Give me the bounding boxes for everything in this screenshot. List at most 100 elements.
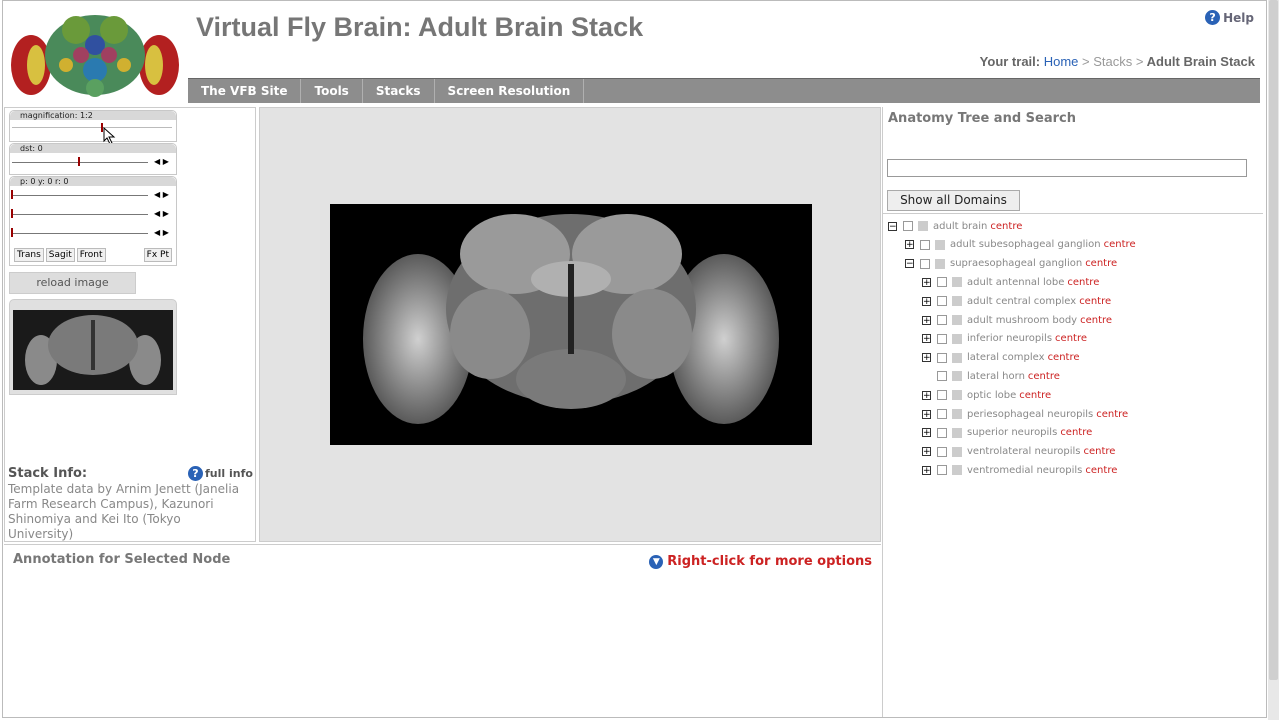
tree-node[interactable]: lateral horn centre xyxy=(922,367,1060,385)
expand-icon[interactable]: + xyxy=(922,296,931,306)
centre-link[interactable]: centre xyxy=(1085,465,1117,476)
expand-icon[interactable]: + xyxy=(922,409,931,419)
tree-node[interactable]: + lateral complex centre xyxy=(922,349,1080,367)
sagit-view-button[interactable]: Sagit xyxy=(45,248,75,262)
nav-item-stacks[interactable]: Stacks xyxy=(363,79,435,103)
tree-node[interactable]: − adult brain centre xyxy=(888,217,1022,235)
tree-node[interactable]: + adult antennal lobe centre xyxy=(922,273,1099,291)
yaw-slider-handle[interactable] xyxy=(11,209,13,218)
tree-node-label[interactable]: lateral horn xyxy=(967,371,1025,382)
nav-item-screen-resolution[interactable]: Screen Resolution xyxy=(435,79,585,103)
tree-node-checkbox[interactable] xyxy=(937,446,947,457)
centre-link[interactable]: centre xyxy=(1048,352,1080,363)
magnification-track[interactable] xyxy=(12,127,172,128)
centre-link[interactable]: centre xyxy=(1096,409,1128,420)
anatomy-search-input[interactable] xyxy=(887,159,1247,177)
dst-slider-handle[interactable] xyxy=(78,157,80,166)
tree-node[interactable]: − supraesophageal ganglion centre xyxy=(905,255,1117,273)
tree-node-checkbox[interactable] xyxy=(937,277,947,288)
tree-node-label[interactable]: optic lobe xyxy=(967,390,1016,401)
expand-icon[interactable]: + xyxy=(922,447,931,457)
reload-image-button[interactable]: reload image xyxy=(9,272,136,294)
navigator-thumbnail[interactable] xyxy=(9,299,177,395)
brain-thumbnail-image[interactable] xyxy=(13,310,173,390)
page-scrollbar[interactable] xyxy=(1268,0,1279,720)
expand-icon[interactable]: + xyxy=(905,240,914,250)
right-click-options-link[interactable]: ▼ Right-click for more options xyxy=(649,554,872,569)
collapse-icon[interactable]: − xyxy=(905,259,914,269)
centre-link[interactable]: centre xyxy=(1085,258,1117,269)
tree-node-label[interactable]: inferior neuropils xyxy=(967,333,1052,344)
tree-node-checkbox[interactable] xyxy=(903,221,913,231)
centre-link[interactable]: centre xyxy=(1080,315,1112,326)
centre-link[interactable]: centre xyxy=(1083,446,1115,457)
tree-node-label[interactable]: adult antennal lobe xyxy=(967,277,1064,288)
nav-item-vfb-site[interactable]: The VFB Site xyxy=(188,79,302,103)
tree-node-label[interactable]: adult subesophageal ganglion xyxy=(950,239,1101,250)
centre-link[interactable]: centre xyxy=(1028,371,1060,382)
expand-icon[interactable]: + xyxy=(922,390,931,400)
centre-link[interactable]: centre xyxy=(990,221,1022,232)
expand-icon[interactable]: + xyxy=(922,277,931,287)
full-info-link[interactable]: ? full info xyxy=(188,466,253,481)
dst-step-arrows[interactable]: ◀ ▶ xyxy=(154,157,169,166)
tree-node[interactable]: + adult subesophageal ganglion centre xyxy=(905,236,1136,254)
front-view-button[interactable]: Front xyxy=(76,248,106,262)
expand-icon[interactable]: + xyxy=(922,353,931,363)
roll-track[interactable] xyxy=(12,233,148,234)
trans-view-button[interactable]: Trans xyxy=(14,248,44,262)
scrollbar-thumb[interactable] xyxy=(1269,0,1278,680)
tree-node-checkbox[interactable] xyxy=(937,352,947,363)
tree-node-label[interactable]: superior neuropils xyxy=(967,427,1057,438)
vfb-logo[interactable] xyxy=(6,10,184,104)
expand-icon[interactable]: + xyxy=(922,465,931,475)
trail-stacks-link[interactable]: Stacks xyxy=(1093,54,1132,69)
roll-slider-handle[interactable] xyxy=(11,228,13,237)
tree-node-label[interactable]: periesophageal neuropils xyxy=(967,409,1093,420)
tree-node[interactable]: + adult mushroom body centre xyxy=(922,311,1112,329)
tree-node[interactable]: + adult central complex centre xyxy=(922,292,1111,310)
yaw-track[interactable] xyxy=(12,214,148,215)
expand-icon[interactable]: + xyxy=(922,315,931,325)
help-link[interactable]: ? Help xyxy=(1205,10,1254,25)
tree-node-checkbox[interactable] xyxy=(937,315,947,325)
tree-node-label[interactable]: ventrolateral neuropils xyxy=(967,446,1080,457)
pitch-slider-handle[interactable] xyxy=(11,190,13,199)
tree-node[interactable]: + ventromedial neuropils centre xyxy=(922,461,1117,479)
fixed-point-button[interactable]: Fx Pt xyxy=(143,248,172,262)
pitch-step-arrows[interactable]: ◀ ▶ xyxy=(154,190,169,199)
tree-node-label[interactable]: lateral complex xyxy=(967,352,1045,363)
tree-node-checkbox[interactable] xyxy=(937,390,947,401)
tree-node-label[interactable]: adult brain xyxy=(933,221,987,232)
trail-home-link[interactable]: Home xyxy=(1044,54,1079,69)
tree-node-checkbox[interactable] xyxy=(937,465,947,476)
tree-node-checkbox[interactable] xyxy=(937,333,947,344)
tree-node[interactable]: + ventrolateral neuropils centre xyxy=(922,443,1115,461)
centre-link[interactable]: centre xyxy=(1019,390,1051,401)
brain-stack-image[interactable] xyxy=(330,204,812,445)
centre-link[interactable]: centre xyxy=(1104,239,1136,250)
centre-link[interactable]: centre xyxy=(1079,296,1111,307)
tree-node-label[interactable]: ventromedial neuropils xyxy=(967,465,1082,476)
tree-node[interactable]: + periesophageal neuropils centre xyxy=(922,405,1128,423)
nav-item-tools[interactable]: Tools xyxy=(301,79,363,103)
tree-node-label[interactable]: adult central complex xyxy=(967,296,1076,307)
centre-link[interactable]: centre xyxy=(1060,427,1092,438)
expand-icon[interactable]: + xyxy=(922,428,931,438)
tree-node[interactable]: + inferior neuropils centre xyxy=(922,330,1087,348)
tree-node-checkbox[interactable] xyxy=(920,258,930,269)
dst-track[interactable] xyxy=(12,162,148,163)
yaw-step-arrows[interactable]: ◀ ▶ xyxy=(154,209,169,218)
tree-node-checkbox[interactable] xyxy=(937,409,947,419)
tree-node-checkbox[interactable] xyxy=(937,427,947,438)
tree-node-checkbox[interactable] xyxy=(937,371,947,382)
tree-node-checkbox[interactable] xyxy=(937,296,947,307)
tree-node[interactable]: + superior neuropils centre xyxy=(922,424,1092,442)
tree-node-checkbox[interactable] xyxy=(920,239,930,250)
tree-node-label[interactable]: supraesophageal ganglion xyxy=(950,258,1082,269)
roll-step-arrows[interactable]: ◀ ▶ xyxy=(154,228,169,237)
centre-link[interactable]: centre xyxy=(1067,277,1099,288)
pitch-track[interactable] xyxy=(12,195,148,196)
tree-node[interactable]: + optic lobe centre xyxy=(922,386,1051,404)
image-viewer[interactable] xyxy=(259,107,881,542)
